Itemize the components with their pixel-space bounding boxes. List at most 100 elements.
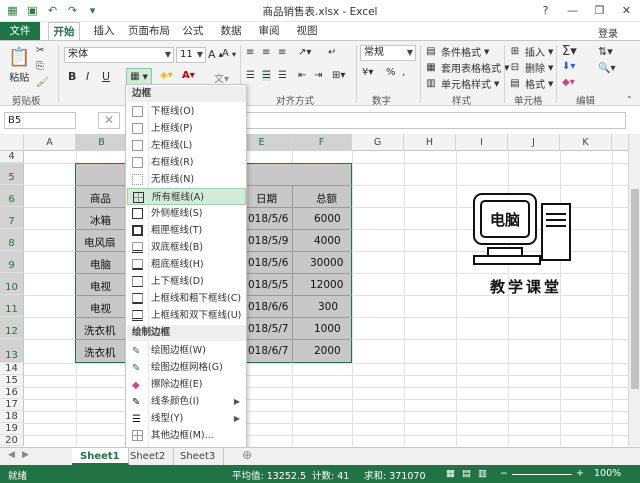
restore-button[interactable]: ❐ [586,0,613,20]
bold-button[interactable]: B [68,70,76,83]
row-header[interactable]: 4 [0,151,24,163]
row-header[interactable]: 5 [0,163,24,185]
align-right-icon[interactable]: ☰ [278,70,287,81]
row-header[interactable]: 9 [0,251,24,273]
menu-item-thick-box-border[interactable]: 粗匣框线(T) [127,222,246,239]
shrink-font-icon[interactable]: A ▾ [222,48,236,59]
cell-date[interactable]: 018/6/6 [248,301,288,313]
italic-button[interactable]: I [86,70,89,83]
sheet-tab[interactable]: Sheet1 [72,448,129,465]
percent-icon[interactable]: % [386,67,396,78]
tab-view[interactable]: 视图 [292,22,322,40]
menu-item-top-bottom-border[interactable]: 上下框线(D) [127,273,246,290]
increase-indent-icon[interactable]: ⇥ [314,70,322,81]
row-header[interactable]: 18 [0,411,24,423]
zoom-slider[interactable] [512,474,572,475]
menu-item-erase-border[interactable]: ◆ 擦除边框(E) [127,376,246,393]
formula-input[interactable] [246,112,626,129]
decrease-indent-icon[interactable]: ⇤ [298,70,306,81]
font-name-select[interactable]: 宋体 ▼ [64,47,174,63]
column-header[interactable]: F [292,134,352,151]
row-header[interactable]: 6 [0,185,24,207]
align-middle-icon[interactable]: ≡ [262,47,270,58]
tab-data[interactable]: 数据 [216,22,246,40]
tab-formulas[interactable]: 公式 [178,22,208,40]
cancel-formula-icon[interactable]: ✕ [98,112,120,129]
menu-item-line-color[interactable]: ✎ 线条颜色(I) ▶ [127,393,246,410]
cell-total[interactable]: 1000 [314,323,341,335]
menu-item-bottom-border[interactable]: 下框线(O) [127,103,246,120]
row-header[interactable]: 8 [0,229,24,251]
cell-date[interactable]: 018/5/6 [248,257,288,269]
name-box[interactable]: B5 [4,112,76,129]
cell-product[interactable]: 电视 [90,301,111,316]
grow-font-icon[interactable]: A ▴ [208,48,223,61]
column-header[interactable]: A [24,134,76,151]
column-header[interactable]: H [404,134,456,151]
zoom-out-icon[interactable]: − [500,468,508,479]
menu-item-top-border[interactable]: 上框线(P) [127,120,246,137]
row-header[interactable]: 13 [0,339,24,363]
fill-icon[interactable]: ⬇▾ [562,61,575,72]
cell-date[interactable]: 018/5/7 [248,323,288,335]
cell-date[interactable]: 018/5/5 [248,279,288,291]
cell-total[interactable]: 6000 [314,213,341,225]
zoom-level[interactable]: 100% [594,468,621,479]
add-sheet-icon[interactable]: ⊕ [242,448,252,462]
zoom-in-icon[interactable]: + [576,468,584,479]
sheet-tab[interactable]: Sheet2 [122,448,175,465]
wrap-text-icon[interactable]: ↵ [328,47,336,58]
menu-item-right-border[interactable]: 右框线(R) [127,154,246,171]
sort-filter-icon[interactable]: ⇅▾ [598,45,613,58]
menu-item-top-double-bottom-border[interactable]: 上框线和双下框线(U) [127,307,246,324]
cell-total[interactable]: 12000 [310,279,343,291]
cut-icon[interactable]: ✂ [36,45,44,56]
row-header[interactable]: 16 [0,387,24,399]
close-button[interactable]: ✕ [613,0,640,20]
login-link[interactable]: 登录 [598,25,618,40]
menu-item-more-borders[interactable]: 其他边框(M)... [127,427,246,444]
vertical-scrollbar[interactable] [628,134,640,446]
cell-product[interactable]: 洗衣机 [84,323,116,338]
cell-product[interactable]: 电视 [90,279,111,294]
normal-view-icon[interactable]: ▦ [446,468,455,479]
prev-sheet-icon[interactable]: ◀ [8,450,15,460]
menu-item-left-border[interactable]: 左框线(L) [127,137,246,154]
cell-product[interactable]: 洗衣机 [84,345,116,360]
menu-item-top-thick-bottom-border[interactable]: 上框线和粗下框线(C) [127,290,246,307]
align-bottom-icon[interactable]: ≡ [278,47,286,58]
copy-icon[interactable]: ⎘ [36,61,44,72]
comma-style-icon[interactable]: , [402,67,405,78]
number-format-select[interactable]: 常规 ▼ [360,45,416,61]
merge-center-icon[interactable]: ⊞▾ [332,70,345,81]
column-header[interactable]: B [76,134,128,151]
collapse-ribbon-icon[interactable]: ⌃ [626,95,633,104]
menu-item-no-border[interactable]: 无框线(N) [127,171,246,188]
column-header[interactable]: J [508,134,560,151]
align-left-icon[interactable]: ☰ [246,70,255,81]
page-layout-view-icon[interactable]: ▤ [462,468,471,479]
tab-page-layout[interactable]: 页面布局 [126,22,172,40]
format-as-table-button[interactable]: ▦ 套用表格格式 ▼ [424,60,509,75]
align-top-icon[interactable]: ≡ [246,47,254,58]
select-all-corner[interactable] [0,134,24,151]
cell-product[interactable]: 电脑 [90,257,111,272]
cell-total[interactable]: 2000 [314,345,341,357]
phonetic-icon[interactable]: 文▾ [214,70,229,85]
font-color-icon[interactable]: A▾ [182,70,195,81]
tab-file[interactable]: 文件 [0,22,40,40]
help-button[interactable]: ? [532,0,559,20]
menu-item-bottom-double-border[interactable]: 双底框线(B) [127,239,246,256]
align-center-icon[interactable]: ☰ [262,70,271,81]
menu-item-thick-bottom-border[interactable]: 粗底框线(H) [127,256,246,273]
insert-cells-button[interactable]: ⊞ 插入 ▼ [508,44,554,59]
conditional-format-button[interactable]: ▤ 条件格式 ▼ [424,44,489,59]
fill-color-icon[interactable]: ◈▾ [160,70,173,81]
menu-item-draw-border-grid[interactable]: ✎ 绘图边框网格(G) [127,359,246,376]
autosum-icon[interactable]: Σ▾ [562,44,577,59]
cell-styles-button[interactable]: ▥ 单元格样式 ▼ [424,76,499,91]
cell-total[interactable]: 300 [318,301,338,313]
currency-icon[interactable]: ¥▾ [362,67,373,78]
menu-item-line-style[interactable]: ☰ 线型(Y) ▶ [127,410,246,427]
scrollbar-thumb[interactable] [631,189,639,389]
